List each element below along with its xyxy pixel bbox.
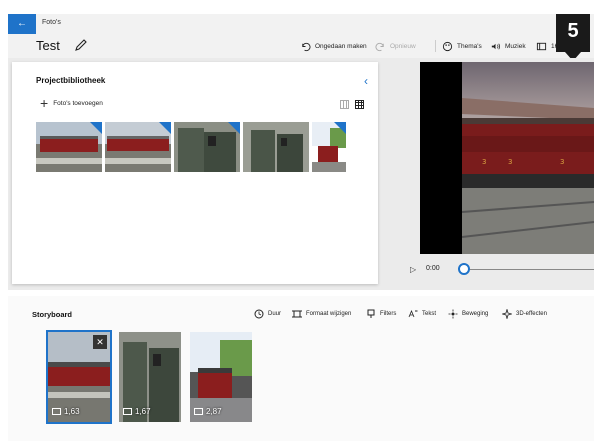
step-number-badge: 5 xyxy=(556,14,590,61)
used-marker xyxy=(159,122,171,134)
project-title[interactable]: Test xyxy=(36,38,60,53)
svg-text:3: 3 xyxy=(482,158,486,166)
storyboard-card[interactable]: 1,67 xyxy=(119,332,181,422)
close-icon[interactable]: ✕ xyxy=(93,335,107,349)
undo-button[interactable]: Ongedaan maken xyxy=(300,40,367,52)
header-bar: Test Ongedaan maken Opnieuw Thema's Muzi… xyxy=(8,34,594,58)
add-photos-button[interactable]: + Foto's toevoegen xyxy=(40,95,103,111)
aspect-ratio-button[interactable]: 16 xyxy=(536,40,558,52)
card-duration: 2,87 xyxy=(194,407,222,416)
filter-icon xyxy=(367,309,375,318)
used-marker xyxy=(228,122,240,134)
svg-text:3: 3 xyxy=(508,158,512,166)
card-duration-value: 1,63 xyxy=(64,407,80,416)
used-marker xyxy=(334,122,346,134)
motion-label: Beweging xyxy=(462,311,489,317)
effects-3d-button[interactable]: 3D-effecten xyxy=(502,308,547,320)
svg-text:3: 3 xyxy=(560,158,564,166)
sparkle-icon xyxy=(502,309,512,319)
chevron-left-icon[interactable]: ‹ xyxy=(364,74,368,88)
grid-large-icon[interactable] xyxy=(355,100,364,109)
seek-bar[interactable] xyxy=(466,269,594,270)
library-title: Projectbibliotheek xyxy=(36,76,106,85)
play-icon[interactable]: ▷ xyxy=(410,265,416,274)
image-icon xyxy=(194,408,203,415)
filters-button[interactable]: Filters xyxy=(366,308,396,320)
storyboard-card[interactable]: 2,87 xyxy=(190,332,252,422)
pencil-icon[interactable] xyxy=(74,38,88,52)
image-icon xyxy=(52,408,61,415)
music-icon xyxy=(491,43,500,49)
playback-time: 0:00 xyxy=(426,265,440,272)
preview-letterbox xyxy=(420,62,462,254)
toolbar-divider xyxy=(435,40,436,52)
video-preview[interactable]: 3 3 3 xyxy=(462,62,594,254)
clock-icon xyxy=(254,309,264,319)
card-duration-value: 1,67 xyxy=(135,407,151,416)
palette-icon xyxy=(442,41,453,51)
project-library-panel: Projectbibliotheek ‹ + Foto's toevoegen xyxy=(12,62,378,284)
duration-button[interactable]: Duur xyxy=(254,308,281,320)
aspect-ratio-icon xyxy=(536,42,547,50)
filters-label: Filters xyxy=(380,311,397,317)
resize-button[interactable]: Formaat wijzigen xyxy=(292,308,351,320)
duration-label: Duur xyxy=(268,311,282,317)
card-duration: 1,63 xyxy=(52,407,80,416)
redo-button[interactable]: Opnieuw xyxy=(375,40,416,52)
text-button[interactable]: Tekst xyxy=(408,308,436,320)
resize-icon xyxy=(292,310,302,318)
image-icon xyxy=(123,408,132,415)
title-bar: ← Foto's xyxy=(8,14,594,34)
app-title: Foto's xyxy=(42,19,61,26)
text-icon xyxy=(408,309,418,318)
card-duration-value: 2,87 xyxy=(206,407,222,416)
undo-label: Ongedaan maken xyxy=(315,42,367,50)
used-marker xyxy=(90,122,102,134)
view-toggle xyxy=(340,100,364,109)
resize-label: Formaat wijzigen xyxy=(306,311,352,317)
themes-button[interactable]: Thema's xyxy=(442,40,482,52)
library-thumbnail[interactable] xyxy=(174,122,240,172)
library-thumbnail[interactable] xyxy=(312,122,346,172)
redo-icon xyxy=(375,42,384,51)
undo-icon xyxy=(302,42,311,51)
themes-label: Thema's xyxy=(457,42,482,50)
back-arrow-icon[interactable]: ← xyxy=(8,14,36,34)
add-photos-label: Foto's toevoegen xyxy=(53,99,103,107)
text-label: Tekst xyxy=(422,311,437,317)
library-thumbnail[interactable] xyxy=(36,122,102,172)
card-duration: 1,67 xyxy=(123,407,151,416)
music-button[interactable]: Muziek xyxy=(490,40,526,52)
train-preview-image: 3 3 3 xyxy=(462,62,594,254)
grid-small-icon[interactable] xyxy=(340,100,349,109)
effects-3d-label: 3D-effecten xyxy=(516,311,547,317)
locomotive-photo-icon xyxy=(243,122,309,172)
music-label: Muziek xyxy=(505,42,526,50)
redo-label: Opnieuw xyxy=(390,42,416,50)
plus-icon: + xyxy=(40,95,49,111)
library-thumbnail[interactable] xyxy=(105,122,171,172)
storyboard-panel: Storyboard Duur Formaat wijzigen Filters… xyxy=(8,296,594,441)
storyboard-title: Storyboard xyxy=(32,310,73,319)
seek-handle[interactable] xyxy=(458,263,470,275)
motion-icon xyxy=(448,309,458,319)
library-thumbnail[interactable] xyxy=(243,122,309,172)
motion-button[interactable]: Beweging xyxy=(448,308,488,320)
storyboard-card[interactable]: ✕ 1,63 xyxy=(46,330,112,424)
